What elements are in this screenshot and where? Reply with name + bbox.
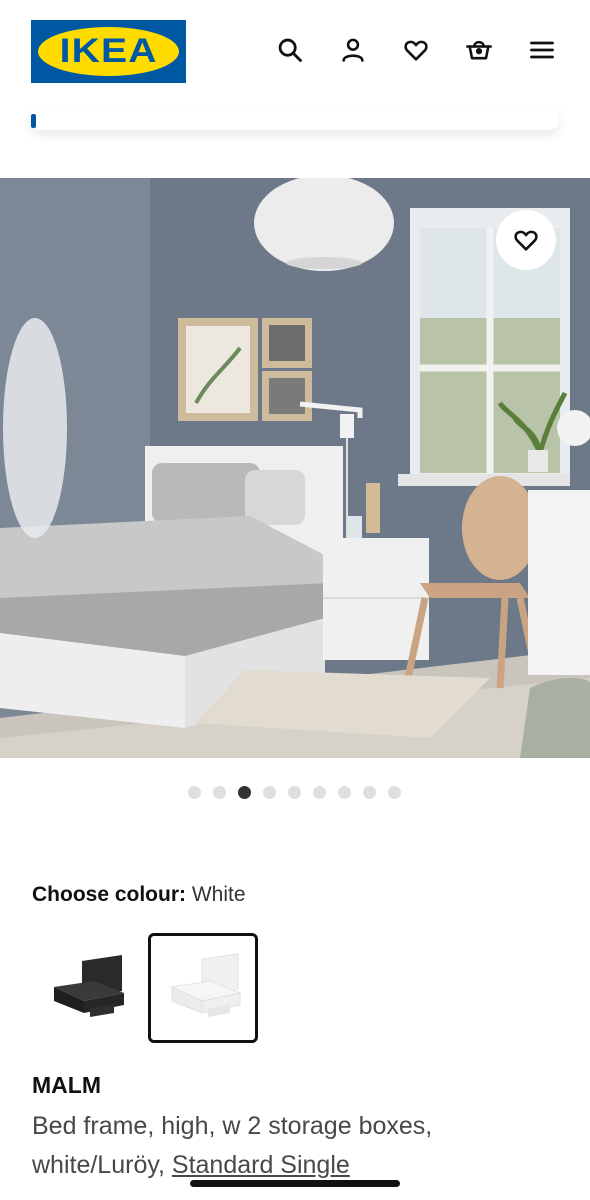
search-accent [31,114,36,128]
carousel-dot[interactable] [263,786,276,799]
home-indicator[interactable] [190,1180,400,1187]
bedroom-scene-image [0,178,590,758]
carousel-dot[interactable] [288,786,301,799]
menu-icon[interactable] [526,34,558,66]
black-brown-bed-thumbnail [54,955,124,1017]
save-to-favourites-button[interactable] [496,210,556,270]
heart-icon[interactable] [400,34,432,66]
carousel-dot[interactable] [388,786,401,799]
basket-icon[interactable] [463,34,495,66]
logo-text: IKEA [59,32,158,70]
logo-oval: IKEA [38,27,179,76]
white-bed-thumbnail [170,953,242,1017]
carousel-dot[interactable] [188,786,201,799]
product-name: MALM [32,1072,101,1098]
carousel-dot[interactable] [338,786,351,799]
colour-option-black-brown[interactable] [32,933,142,1043]
product-description: Bed frame, high, w 2 storage boxes, whit… [32,1107,552,1185]
carousel-dot[interactable] [313,786,326,799]
site-header: IKEA [0,0,590,100]
choose-colour-label: Choose colour: White [32,883,246,907]
product-hero-image[interactable] [0,178,590,758]
size-link[interactable]: Standard Single [172,1151,350,1179]
search-bar-strip[interactable] [31,106,559,130]
heart-outline-icon [514,230,538,251]
carousel-dot[interactable] [363,786,376,799]
image-carousel-dots [188,786,401,799]
ikea-logo[interactable]: IKEA [31,20,186,83]
carousel-dot[interactable] [213,786,226,799]
choose-colour-heading: Choose colour: [32,883,187,906]
profile-icon[interactable] [337,34,369,66]
carousel-dot-active[interactable] [238,786,251,799]
colour-option-white[interactable] [148,933,258,1043]
search-icon[interactable] [274,34,306,66]
selected-colour-value: White [191,883,246,906]
